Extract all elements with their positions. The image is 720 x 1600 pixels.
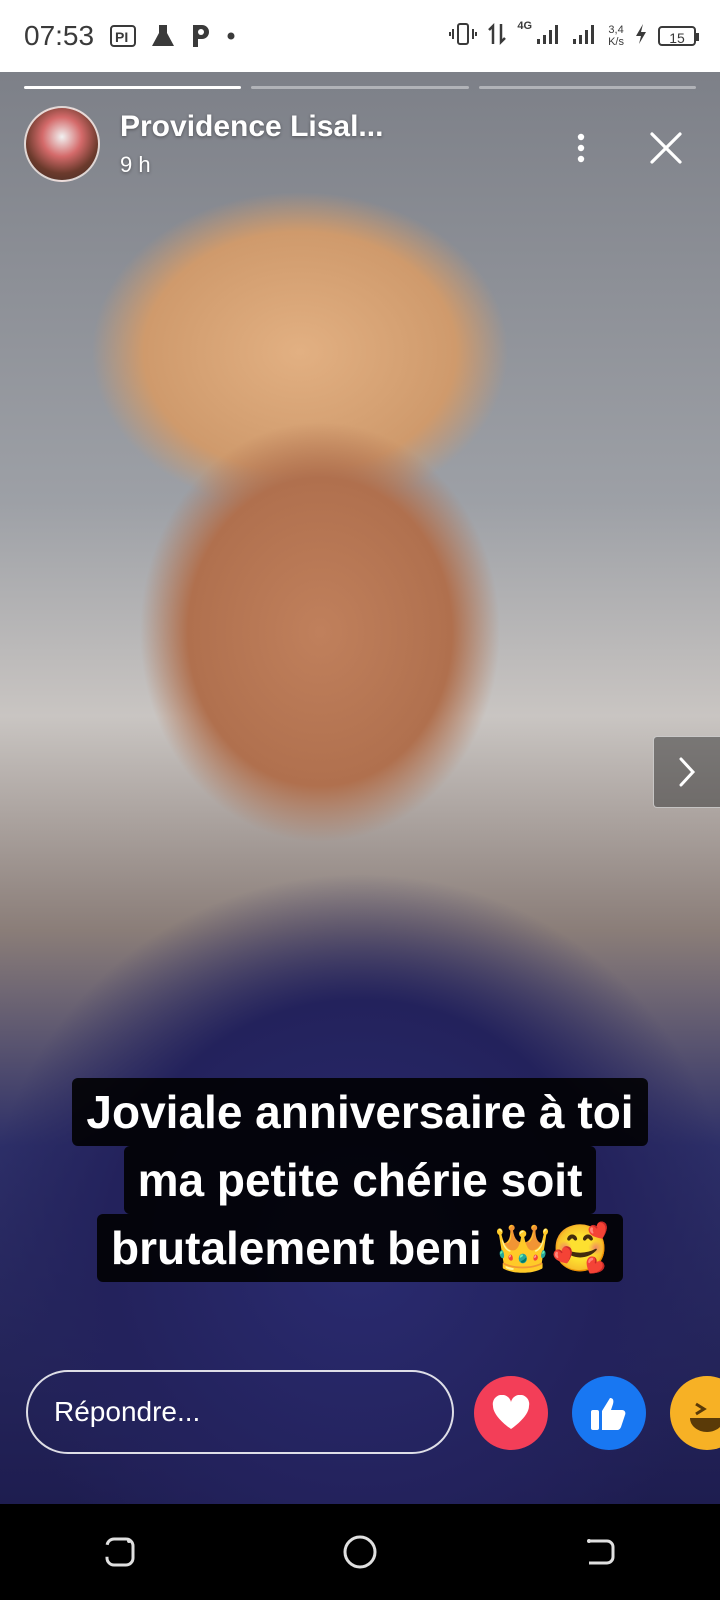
story-caption: Joviale anniversaire à toi ma petite ché… <box>0 1078 720 1282</box>
recent-apps-button[interactable] <box>100 1532 140 1572</box>
close-icon <box>650 132 682 164</box>
love-icon <box>492 1395 530 1429</box>
recent-apps-icon <box>105 1537 135 1567</box>
battery-indicator: 15 <box>658 26 699 46</box>
back-button[interactable] <box>580 1532 620 1572</box>
caption-line: brutalement beni 👑🥰 <box>97 1214 623 1282</box>
more-options-button[interactable] <box>566 128 596 168</box>
story-meta: Providence Lisal... 9 h <box>120 110 383 178</box>
lab-flask-icon <box>150 23 176 49</box>
author-name[interactable]: Providence Lisal... <box>120 110 383 144</box>
progress-segment <box>478 86 696 89</box>
close-button[interactable] <box>644 126 688 170</box>
like-reaction-button[interactable] <box>572 1376 646 1450</box>
haha-icon <box>690 1402 720 1432</box>
network-speed: 3,4 K/s <box>608 24 624 48</box>
chevron-right-icon <box>679 757 696 787</box>
progress-segment <box>24 86 242 89</box>
caption-line: Joviale anniversaire à toi <box>72 1078 648 1146</box>
reply-input[interactable]: Répondre... <box>26 1370 454 1454</box>
speed-unit: K/s <box>608 36 624 48</box>
story-view[interactable]: Providence Lisal... 9 h Joviale annivers… <box>0 72 720 1504</box>
progress-fill <box>24 86 242 89</box>
home-button[interactable] <box>340 1532 380 1572</box>
dot-icon <box>226 31 236 41</box>
home-icon <box>343 1535 377 1569</box>
like-icon <box>591 1398 626 1430</box>
network-type: 4G <box>517 20 533 32</box>
story-progress <box>24 86 696 89</box>
navigation-bar <box>0 1504 720 1600</box>
next-story-button[interactable] <box>653 736 720 808</box>
charging-icon <box>634 23 648 50</box>
status-right-group: 4G 3,4 K/s 15 <box>449 20 699 51</box>
status-bar: 07:53 PI 4G 3,4 K/s 15 <box>0 0 720 72</box>
svg-text:PI: PI <box>115 29 128 45</box>
speed-value: 3,4 <box>608 24 624 36</box>
love-reaction-button[interactable] <box>474 1376 548 1450</box>
progress-segment <box>251 86 469 89</box>
p-app-icon <box>190 23 212 49</box>
signal-icon-2 <box>572 23 598 50</box>
status-time: 07:53 <box>24 20 95 51</box>
more-vertical-icon <box>577 133 585 163</box>
reply-placeholder: Répondre... <box>54 1396 201 1427</box>
pi-app-icon: PI <box>110 24 137 48</box>
back-icon <box>587 1539 615 1565</box>
story-time: 9 h <box>120 152 151 177</box>
haha-reaction-button[interactable] <box>670 1376 720 1450</box>
caption-line: ma petite chérie soit <box>123 1146 597 1214</box>
avatar[interactable] <box>24 106 100 182</box>
data-transfer-icon <box>487 22 507 51</box>
signal-icon <box>536 23 562 50</box>
vibrate-icon <box>449 22 478 51</box>
story-header: Providence Lisal... 9 h <box>24 102 696 186</box>
